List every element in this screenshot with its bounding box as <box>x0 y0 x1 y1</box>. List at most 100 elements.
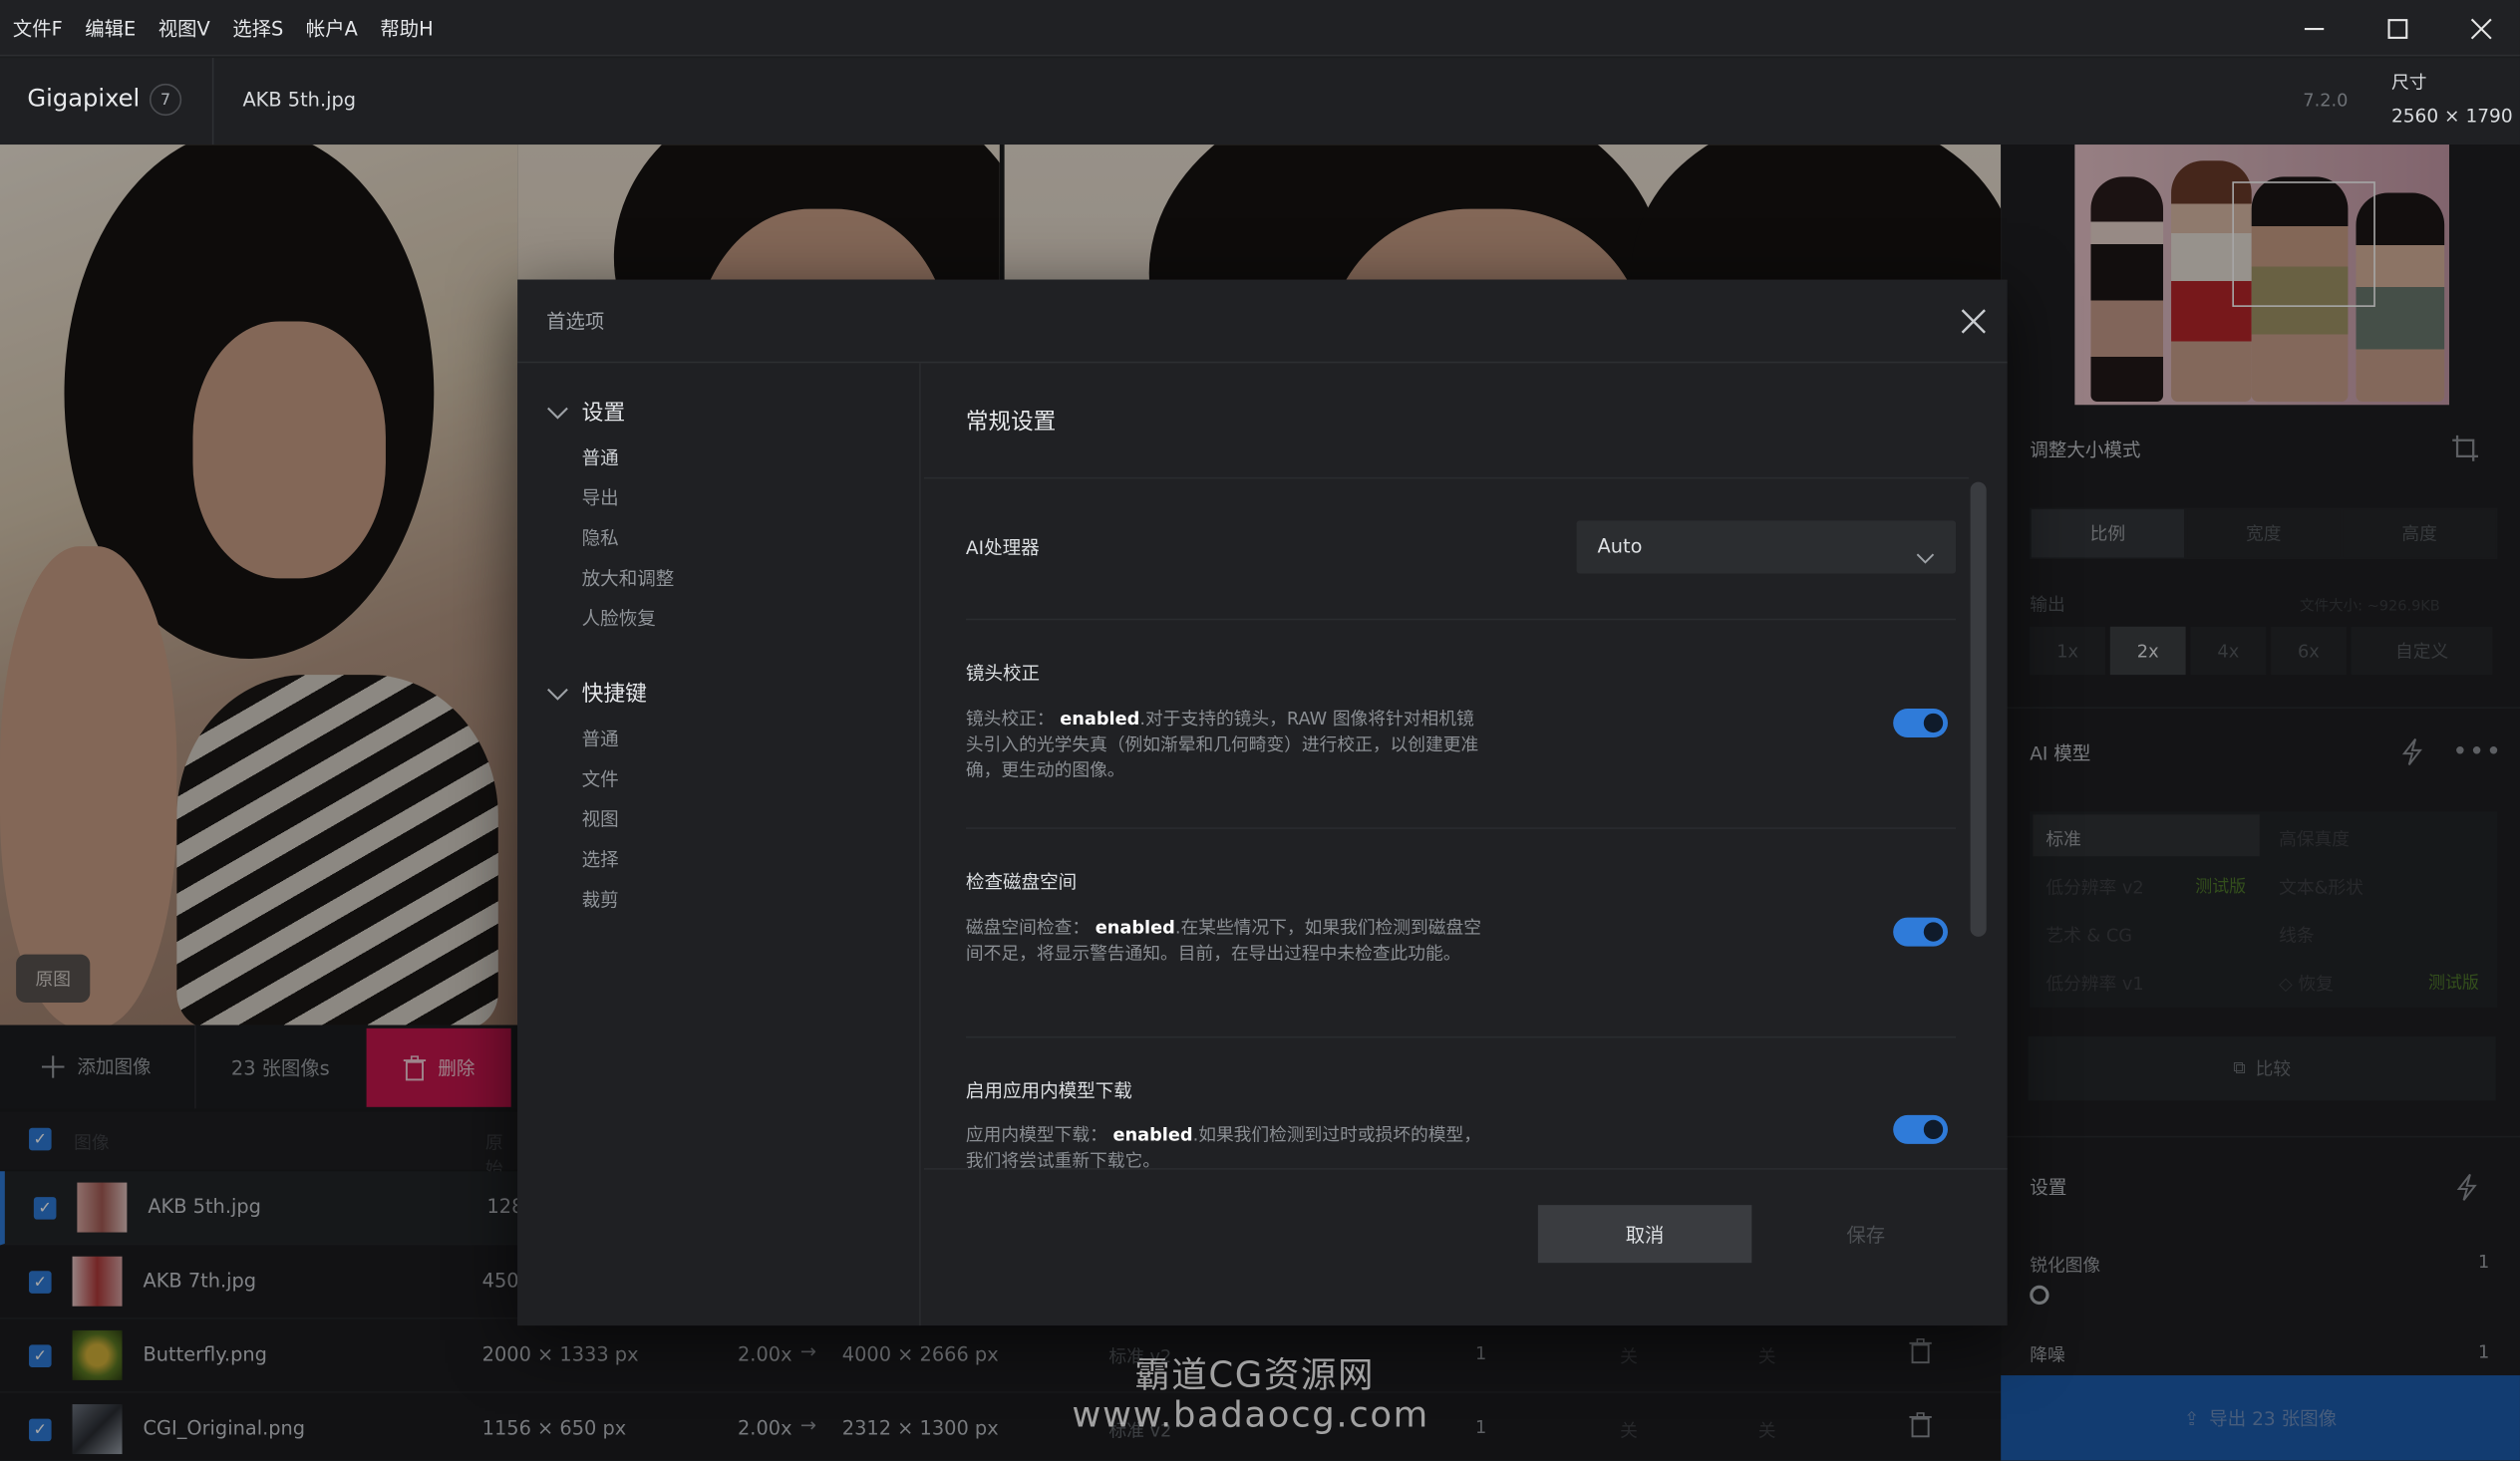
disk-check-title: 检查磁盘空间 <box>965 870 1078 894</box>
ai-model-auto-button[interactable] <box>2399 737 2425 772</box>
scale-4x[interactable]: 4x <box>2190 626 2267 676</box>
table-row[interactable]: ✓ Butterfly.png 2000 × 1333 px 2.00x → 4… <box>0 1318 2002 1393</box>
menu-file[interactable]: 文件F <box>13 15 63 42</box>
nav-item-face-recovery[interactable]: 人脸恢复 <box>582 606 656 632</box>
save-button[interactable]: 保存 <box>1763 1205 1969 1263</box>
tab-width[interactable]: 宽度 <box>2187 509 2341 558</box>
minimize-button[interactable] <box>2273 0 2357 56</box>
menu-select[interactable]: 选择S <box>232 15 283 42</box>
menu-account[interactable]: 帐户A <box>306 15 358 42</box>
row-checkbox[interactable]: ✓ <box>33 1197 57 1220</box>
model-recovery[interactable]: ◇ 恢复 <box>2279 971 2334 997</box>
model-download-title: 启用应用内模型下载 <box>965 1079 1132 1102</box>
model-low-res-v1[interactable]: 低分辨率 v1 <box>2046 971 2143 997</box>
row-file-name: AKB 5th.jpg <box>148 1195 261 1219</box>
row-checkbox[interactable]: ✓ <box>29 1271 52 1294</box>
tab-height[interactable]: 高度 <box>2343 509 2496 558</box>
nav-item-shortcut-general[interactable]: 普通 <box>582 727 619 752</box>
menu-view[interactable]: 视图V <box>158 15 210 42</box>
menu-help[interactable]: 帮助H <box>380 15 433 42</box>
lens-state: enabled <box>1060 708 1140 730</box>
image-count-badge: 7 <box>149 83 182 117</box>
model-text-shapes[interactable]: 文本&形状 <box>2279 874 2363 900</box>
model-high-fidelity[interactable]: 高保真度 <box>2279 826 2350 852</box>
nav-item-upscale[interactable]: 放大和调整 <box>582 565 675 591</box>
gigapixel-app: 文件F 编辑E 视图V 选择S 帐户A 帮助H Gigapixel 7 AKB … <box>0 0 2520 1461</box>
select-all-checkbox[interactable]: ✓ <box>29 1127 52 1151</box>
model-download-description: 应用内模型下载： enabled.如果我们检测到过时或损坏的模型，我们将尝试重新… <box>965 1123 1490 1169</box>
row-scale: 2.00x <box>737 1342 792 1366</box>
trash-icon <box>1909 1412 1932 1438</box>
model-standard[interactable]: 标准 <box>2033 814 2260 857</box>
row-value: 1 <box>1474 1416 1487 1438</box>
original-preview[interactable] <box>0 145 518 1025</box>
scale-custom[interactable]: 自定义 <box>2351 626 2493 676</box>
nav-item-privacy[interactable]: 隐私 <box>582 525 619 551</box>
scale-6x[interactable]: 6x <box>2271 626 2347 676</box>
chevron-down-icon[interactable] <box>546 397 569 428</box>
panel-divider <box>2001 707 2520 709</box>
nav-section-shortcuts[interactable]: 快捷键 <box>582 675 647 708</box>
add-image-button[interactable]: 添加图像 <box>0 1025 192 1109</box>
scrollbar-thumb[interactable] <box>1970 481 1987 937</box>
navigator-viewport-box[interactable] <box>2232 181 2375 307</box>
scale-1x[interactable]: 1x <box>2030 626 2105 676</box>
crop-button[interactable] <box>2451 434 2480 468</box>
settings-auto-button[interactable] <box>2454 1173 2480 1208</box>
maximize-icon <box>2387 18 2408 39</box>
maximize-button[interactable] <box>2356 0 2439 56</box>
compare-button[interactable]: ⧉ 比较 <box>2028 1035 2496 1101</box>
row-value: 1 <box>1474 1342 1487 1364</box>
original-toggle-button[interactable]: 原图 <box>16 954 91 1004</box>
row-delete-button[interactable] <box>1909 1412 1932 1444</box>
download-prefix: 应用内模型下载： <box>965 1124 1107 1146</box>
beta-badge: 测试版 <box>2195 877 2247 897</box>
dialog-close-button[interactable] <box>1958 305 1993 340</box>
table-row[interactable]: ✓ CGI_Original.png 1156 × 650 px 2.00x →… <box>0 1392 2002 1461</box>
delete-button[interactable]: 删除 <box>366 1027 511 1107</box>
row-dimensions: 2000 × 1333 px <box>481 1342 639 1366</box>
nav-item-shortcut-crop[interactable]: 裁剪 <box>582 887 619 913</box>
sharpen-slider-handle[interactable] <box>2030 1285 2049 1306</box>
compare-icon: ⧉ <box>2233 1056 2246 1078</box>
file-size-estimate: 文件大小: ~926.9KB <box>2300 599 2440 616</box>
nav-item-shortcut-select[interactable]: 选择 <box>582 847 619 873</box>
ai-model-grid: 标准 高保真度 低分辨率 v2 测试版 文本&形状 艺术 & CG 线条 低分辨… <box>2030 811 2498 1008</box>
scale-2x[interactable]: 2x <box>2109 626 2186 676</box>
model-low-res-v2[interactable]: 低分辨率 v2 <box>2046 874 2143 900</box>
nav-item-shortcut-file[interactable]: 文件 <box>582 766 619 792</box>
nav-item-general[interactable]: 普通 <box>582 445 619 471</box>
thumb-figure-1 <box>2090 176 2164 403</box>
model-download-toggle[interactable] <box>1893 1114 1948 1144</box>
setting-divider <box>965 827 1957 829</box>
chevron-down-icon[interactable] <box>546 678 569 709</box>
crop-icon <box>2452 435 2479 461</box>
more-options-icon[interactable]: ••• <box>2452 735 2502 766</box>
close-window-button[interactable] <box>2439 0 2520 56</box>
row-checkbox[interactable]: ✓ <box>29 1344 52 1367</box>
row-delete-button[interactable] <box>1909 1337 1932 1370</box>
disk-check-toggle[interactable] <box>1893 917 1948 947</box>
nav-item-shortcut-view[interactable]: 视图 <box>582 806 619 832</box>
nav-section-settings[interactable]: 设置 <box>582 394 626 426</box>
export-button[interactable]: ⇪ 导出 23 张图像 <box>2001 1375 2520 1461</box>
cancel-button[interactable]: 取消 <box>1537 1205 1752 1264</box>
lens-correction-title: 镜头校正 <box>965 662 1041 685</box>
row-output-dimensions: 4000 × 2666 px <box>841 1342 999 1366</box>
disk-state: enabled <box>1095 917 1175 939</box>
lens-correction-toggle[interactable] <box>1893 708 1948 737</box>
download-state: enabled <box>1112 1124 1193 1146</box>
plus-icon <box>41 1055 65 1078</box>
add-image-label: 添加图像 <box>77 1055 152 1078</box>
menu-bar: 文件F 编辑E 视图V 选择S 帐户A 帮助H <box>0 0 2520 57</box>
image-count-button[interactable]: 23 张图像s <box>194 1024 365 1109</box>
model-art-cg[interactable]: 艺术 & CG <box>2046 922 2132 948</box>
tab-ratio[interactable]: 比例 <box>2031 509 2184 558</box>
model-lines[interactable]: 线条 <box>2279 922 2314 948</box>
row-thumbnail <box>77 1182 128 1233</box>
nav-item-export[interactable]: 导出 <box>582 485 619 511</box>
lightning-icon <box>2401 738 2422 766</box>
row-checkbox[interactable]: ✓ <box>29 1418 52 1442</box>
menu-edit[interactable]: 编辑E <box>85 15 136 42</box>
delete-label: 删除 <box>438 1056 475 1079</box>
